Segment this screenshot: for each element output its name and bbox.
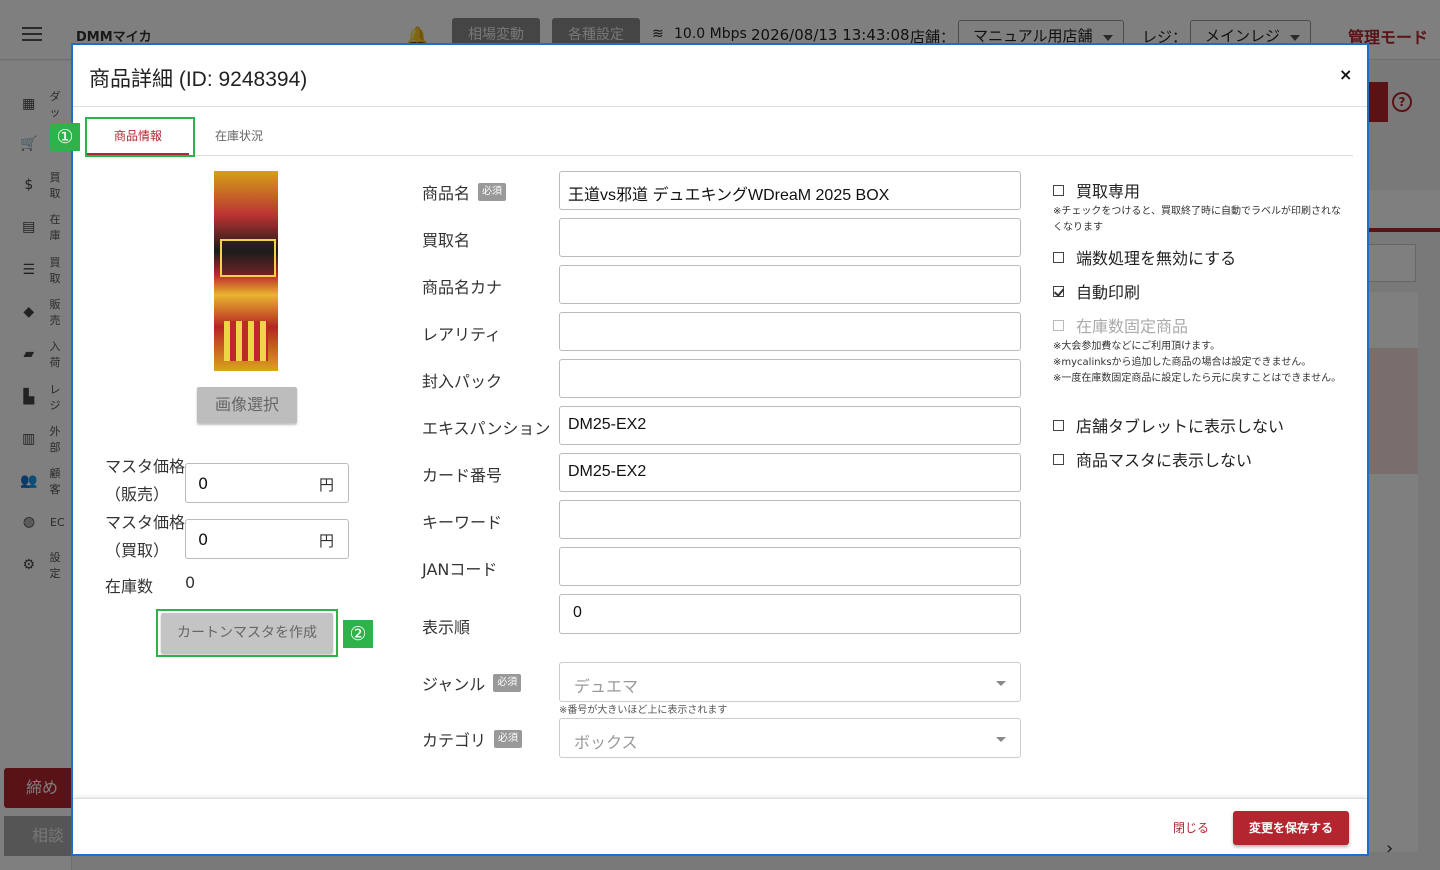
keyword-label: キーワード [422, 513, 503, 532]
option-label: 端数処理を無効にする [1076, 249, 1237, 268]
chevron-down-icon [996, 737, 1006, 742]
card-number-input[interactable]: DM25-EX2 [559, 453, 1021, 492]
auto-print-option[interactable]: 自動印刷 [1053, 279, 1140, 303]
card-number-label: カード番号 [422, 466, 503, 485]
master-price-sell-input[interactable]: 0 円 [185, 463, 349, 503]
buy-name-input[interactable] [559, 218, 1021, 257]
label-line: マスタ価格 [105, 457, 186, 476]
marker-1: ① [50, 123, 80, 151]
label-line: （販売） [105, 485, 170, 504]
fixed-stock-option: 在庫数固定商品 [1053, 313, 1188, 337]
disable-rounding-checkbox[interactable] [1053, 251, 1064, 263]
marker-2: ② [343, 620, 373, 648]
chevron-down-icon [996, 681, 1006, 686]
select-value: ボックス [574, 733, 638, 752]
price-value: 0 [198, 530, 209, 549]
label-text: ジャンル [422, 675, 486, 694]
highlight-box-carton [156, 609, 338, 657]
name-kana-label: 商品名カナ [422, 278, 503, 297]
buy-name-label: 買取名 [422, 231, 471, 250]
select-value: デュエマ [574, 677, 639, 696]
tab-divider [87, 155, 1353, 156]
pack-label: 封入パック [422, 372, 503, 391]
modal-body: 商品情報 在庫状況 ① 画像選択 マスタ価格 （販売） 0 円 マスタ価格 （買… [50, 107, 1367, 798]
name-kana-input[interactable] [559, 265, 1021, 304]
category-select[interactable]: ボックス [559, 718, 1021, 758]
display-order-hint: ※番号が大きいほど上に表示されます [559, 705, 728, 716]
close-icon[interactable]: × [1339, 65, 1352, 84]
product-name-input[interactable]: 王道vs邪道 デュエキングWDreaM 2025 BOX [559, 171, 1021, 210]
display-order-input[interactable]: 0 [559, 594, 1021, 634]
expansion-input[interactable]: DM25-EX2 [559, 406, 1021, 445]
hide-master-checkbox[interactable] [1053, 453, 1064, 465]
hide-tablet-checkbox[interactable] [1053, 419, 1064, 431]
option-label: 在庫数固定商品 [1076, 317, 1189, 336]
yen-unit: 円 [318, 476, 334, 494]
tab-stock-status[interactable]: 在庫状況 [203, 121, 275, 155]
category-label: カテゴリ 必須 [422, 727, 523, 751]
label-line: マスタ価格 [105, 513, 186, 532]
required-badge: 必須 [493, 674, 522, 692]
option-label: 店舗タブレットに表示しない [1076, 417, 1285, 436]
field-value: 王道vs邪道 デュエキングWDreaM 2025 BOX [568, 187, 890, 204]
label-line: （買取） [105, 541, 170, 560]
display-order-label: 表示順 [422, 618, 471, 637]
product-name-label: 商品名 必須 [422, 180, 507, 204]
label-text: カテゴリ [422, 731, 487, 750]
product-detail-modal: 商品詳細 (ID: 9248394) × 商品情報 在庫状況 ① 画像選択 マス… [50, 43, 1369, 856]
master-price-buy-input[interactable]: 0 円 [185, 519, 349, 559]
genre-label: ジャンル 必須 [422, 671, 522, 695]
auto-print-checkbox[interactable] [1053, 285, 1064, 297]
field-value: DM25-EX2 [568, 416, 647, 433]
master-price-buy-label: マスタ価格 （買取） [105, 509, 185, 565]
option-label: 買取専用 [1076, 182, 1141, 201]
label-text: 商品名 [422, 184, 471, 203]
option-label: 自動印刷 [1076, 283, 1141, 302]
pack-input[interactable] [559, 359, 1021, 398]
product-image [171, 171, 321, 371]
save-changes-button[interactable]: 変更を保存する [1233, 811, 1349, 845]
jan-code-label: JANコード [422, 560, 498, 579]
modal-footer: 閉じる 変更を保存する [73, 798, 1367, 854]
hide-tablet-option[interactable]: 店舗タブレットに表示しない [1053, 413, 1284, 437]
highlight-box-tab [85, 117, 195, 157]
hide-master-option[interactable]: 商品マスタに表示しない [1053, 447, 1252, 471]
field-value: DM25-EX2 [568, 463, 647, 480]
field-value: 0 [573, 604, 582, 621]
buy-only-checkbox[interactable] [1053, 184, 1064, 196]
modal-title: 商品詳細 (ID: 9248394) [89, 68, 308, 91]
required-badge: 必須 [494, 730, 523, 748]
rarity-input[interactable] [559, 312, 1021, 351]
note-line: ※mycalinksから追加した商品の場合は設定できません。 [1053, 357, 1312, 368]
rarity-label: レアリティ [422, 325, 502, 344]
required-badge: 必須 [478, 183, 507, 201]
fixed-stock-note: ※大会参加費などにご利用頂けます。 ※mycalinksから追加した商品の場合は… [1053, 339, 1343, 387]
jan-code-input[interactable] [559, 547, 1021, 586]
option-label: 商品マスタに表示しない [1076, 451, 1253, 470]
genre-select[interactable]: デュエマ [559, 662, 1021, 702]
note-line: ※一度在庫数固定商品に設定したら元に戻すことはできません。 [1053, 373, 1342, 384]
buy-only-option[interactable]: 買取専用 [1053, 178, 1140, 202]
product-box-art [214, 171, 278, 371]
stock-count-label: 在庫数 [105, 577, 154, 596]
note-line: ※大会参加費などにご利用頂けます。 [1053, 341, 1221, 352]
close-modal-button[interactable]: 閉じる [1173, 819, 1209, 836]
price-value: 0 [198, 474, 209, 493]
fixed-stock-checkbox [1053, 319, 1064, 331]
expansion-label: エキスパンション [422, 419, 551, 438]
buy-only-note: ※チェックをつけると、買取終了時に自動でラベルが印刷されなくなります [1053, 206, 1341, 233]
image-select-button[interactable]: 画像選択 [197, 387, 297, 423]
yen-unit: 円 [318, 532, 334, 550]
stock-count-value: 0 [185, 573, 196, 592]
keyword-input[interactable] [559, 500, 1021, 539]
disable-rounding-option[interactable]: 端数処理を無効にする [1053, 245, 1236, 269]
master-price-sell-label: マスタ価格 （販売） [105, 453, 185, 509]
modal-header: 商品詳細 (ID: 9248394) × [73, 45, 1367, 107]
